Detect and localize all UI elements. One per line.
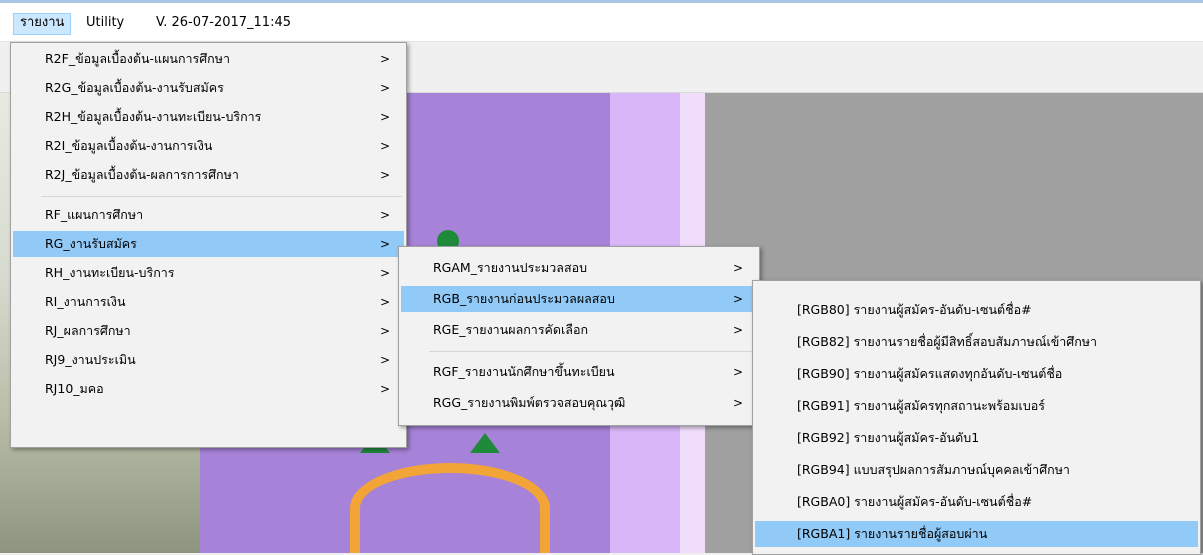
menu-item-rgb91[interactable]: [RGB91] รายงานผู้สมัครทุกสถานะพร้อมเบอร์ (755, 393, 1198, 419)
menu-item-label: RGF_รายงานนักศึกษาขึ้นทะเบียน (433, 364, 615, 379)
menu-item-label: RJ_ผลการศึกษา (45, 323, 131, 338)
menu-item-label: [RGB82] รายงานรายชื่อผู้มีสิทธิ์สอบสัมภา… (797, 334, 1098, 349)
menu-item-label: R2H_ข้อมูลเบื้องต้น-งานทะเบียน-บริการ (45, 109, 262, 124)
menu-item-rgb90[interactable]: [RGB90] รายงานผู้สมัครแสดงทุกอันดับ-เซนต… (755, 361, 1198, 387)
submenu-arrow-icon: > (732, 396, 743, 410)
menu-item-label: [RGBA0] รายงานผู้สมัคร-อันดับ-เซนต์ชื่อ# (797, 494, 1033, 509)
submenu-arrow-icon: > (379, 353, 390, 367)
menu-item-rgba0[interactable]: [RGBA0] รายงานผู้สมัคร-อันดับ-เซนต์ชื่อ# (755, 489, 1198, 515)
logo-orange-swirl (350, 463, 550, 553)
menu-item-label: R2G_ข้อมูลเบื้องต้น-งานรับสมัคร (45, 80, 224, 95)
menu-item-rgf[interactable]: RGF_รายงานนักศึกษาขึ้นทะเบียน > (401, 359, 757, 385)
submenu-arrow-icon: > (732, 261, 743, 275)
menu-item-rgb[interactable]: RGB_รายงานก่อนประมวลผลสอบ > (401, 286, 757, 312)
menu-item-label: RGAM_รายงานประมวลสอบ (433, 260, 588, 275)
menu-item-label: RH_งานทะเบียน-บริการ (45, 265, 175, 280)
submenu-arrow-icon: > (379, 266, 390, 280)
submenu-arrow-icon: > (732, 365, 743, 379)
menu-separator (41, 196, 402, 197)
menu-item-rgb94[interactable]: [RGB94] แบบสรุปผลการสัมภาษณ์บุคคลเข้าศึก… (755, 457, 1198, 483)
submenu-arrow-icon: > (379, 139, 390, 153)
menu-item-label: RGB_รายงานก่อนประมวลผลสอบ (433, 291, 615, 306)
menu-item-rj[interactable]: RJ_ผลการศึกษา > (13, 318, 404, 344)
menu-item-rgb82[interactable]: [RGB82] รายงานรายชื่อผู้มีสิทธิ์สอบสัมภา… (755, 329, 1198, 355)
menu-item-r2i[interactable]: R2I_ข้อมูลเบื้องต้น-งานการเงิน > (13, 133, 404, 159)
menu-item-rg[interactable]: RG_งานรับสมัคร > (13, 231, 404, 257)
submenu-arrow-icon: > (379, 110, 390, 124)
menu-utility[interactable]: Utility (80, 13, 130, 33)
menu-item-label: [RGB90] รายงานผู้สมัครแสดงทุกอันดับ-เซนต… (797, 366, 1063, 381)
menu-item-r2h[interactable]: R2H_ข้อมูลเบื้องต้น-งานทะเบียน-บริการ > (13, 104, 404, 130)
menu-item-label: RGG_รายงานพิมพ์ตรวจสอบคุณวุฒิ (433, 395, 626, 410)
menu-item-label: R2J_ข้อมูลเบื้องต้น-ผลการการศึกษา (45, 167, 239, 182)
menu-item-label: RJ10_มคอ (45, 381, 104, 396)
report-menu: R2F_ข้อมูลเบื้องต้น-แผนการศึกษา > R2G_ข้อ… (10, 42, 407, 448)
menu-item-rge[interactable]: RGE_รายงานผลการคัดเลือก > (401, 317, 757, 343)
submenu-arrow-icon: > (379, 52, 390, 66)
menu-item-label: [RGB94] แบบสรุปผลการสัมภาษณ์บุคคลเข้าศึก… (797, 462, 1070, 477)
menu-item-rgba1[interactable]: [RGBA1] รายงานรายชื่อผู้สอบผ่าน (755, 521, 1198, 547)
menu-item-label: RG_งานรับสมัคร (45, 236, 137, 251)
menu-item-rgam[interactable]: RGAM_รายงานประมวลสอบ > (401, 255, 757, 281)
rgb-submenu: [RGB80] รายงานผู้สมัคร-อันดับ-เซนต์ชื่อ#… (752, 280, 1201, 555)
menu-separator (429, 351, 755, 352)
menu-bar: รายงาน Utility V. 26-07-2017_11:45 (0, 3, 1203, 42)
menu-item-rj10[interactable]: RJ10_มคอ > (13, 376, 404, 402)
menu-item-r2f[interactable]: R2F_ข้อมูลเบื้องต้น-แผนการศึกษา > (13, 46, 404, 72)
menu-item-label: [RGB80] รายงานผู้สมัคร-อันดับ-เซนต์ชื่อ# (797, 302, 1032, 317)
rg-submenu: RGAM_รายงานประมวลสอบ > RGB_รายงานก่อนประม… (398, 246, 760, 426)
logo-green-shape (470, 433, 500, 453)
version-label: V. 26-07-2017_11:45 (156, 15, 291, 30)
submenu-arrow-icon: > (379, 168, 390, 182)
menu-item-rf[interactable]: RF_แผนการศึกษา > (13, 202, 404, 228)
menu-item-label: [RGB91] รายงานผู้สมัครทุกสถานะพร้อมเบอร์ (797, 398, 1045, 413)
menu-item-r2j[interactable]: R2J_ข้อมูลเบื้องต้น-ผลการการศึกษา > (13, 162, 404, 188)
submenu-arrow-icon: > (732, 292, 743, 306)
menu-item-label: R2F_ข้อมูลเบื้องต้น-แผนการศึกษา (45, 51, 231, 66)
menu-item-label: RF_แผนการศึกษา (45, 207, 144, 222)
submenu-arrow-icon: > (379, 382, 390, 396)
menu-item-label: R2I_ข้อมูลเบื้องต้น-งานการเงิน (45, 138, 213, 153)
menu-item-label: RI_งานการเงิน (45, 294, 126, 309)
submenu-arrow-icon: > (379, 237, 390, 251)
submenu-arrow-icon: > (379, 295, 390, 309)
submenu-arrow-icon: > (732, 323, 743, 337)
menu-item-ri[interactable]: RI_งานการเงิน > (13, 289, 404, 315)
menu-report[interactable]: รายงาน (13, 13, 72, 35)
submenu-arrow-icon: > (379, 81, 390, 95)
menu-item-label: [RGB92] รายงานผู้สมัคร-อันดับ1 (797, 430, 980, 445)
menu-item-rj9[interactable]: RJ9_งานประเมิน > (13, 347, 404, 373)
menu-item-label: RGE_รายงานผลการคัดเลือก (433, 322, 589, 337)
menu-item-label: RJ9_งานประเมิน (45, 352, 136, 367)
menu-item-rgb92[interactable]: [RGB92] รายงานผู้สมัคร-อันดับ1 (755, 425, 1198, 451)
menu-item-rgg[interactable]: RGG_รายงานพิมพ์ตรวจสอบคุณวุฒิ > (401, 390, 757, 416)
menu-item-rh[interactable]: RH_งานทะเบียน-บริการ > (13, 260, 404, 286)
submenu-arrow-icon: > (379, 324, 390, 338)
menu-item-label: [RGBA1] รายงานรายชื่อผู้สอบผ่าน (797, 526, 988, 541)
menu-item-r2g[interactable]: R2G_ข้อมูลเบื้องต้น-งานรับสมัคร > (13, 75, 404, 101)
submenu-arrow-icon: > (379, 208, 390, 222)
menu-item-rgb80[interactable]: [RGB80] รายงานผู้สมัคร-อันดับ-เซนต์ชื่อ# (755, 297, 1198, 323)
